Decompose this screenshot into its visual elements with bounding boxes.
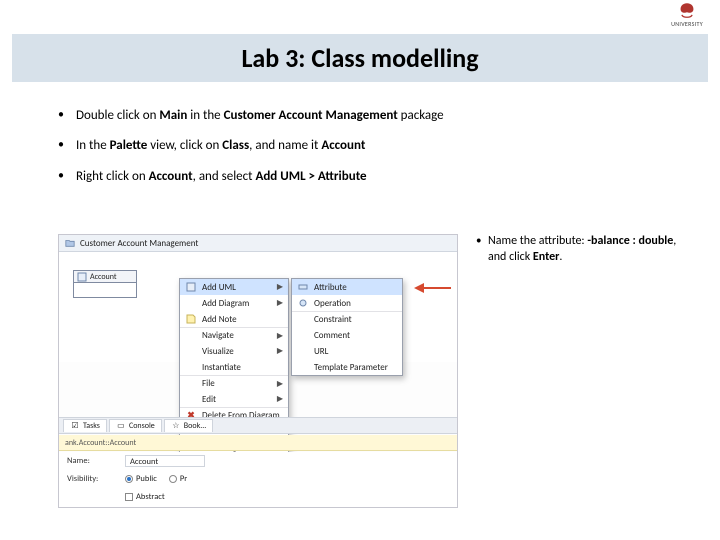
menu-add-note[interactable]: Add Note [180,311,288,327]
tab-bookmarks[interactable]: ☆Book... [164,419,213,432]
submenu-add-uml: Attribute Operation Constraint Comment U… [291,278,403,376]
menu-instantiate[interactable]: Instantiate [180,359,288,375]
prop-flags: Abstract [59,488,457,506]
package-header: Customer Account Management [59,235,457,252]
tab-tasks[interactable]: ☑Tasks [63,419,107,432]
diagram-canvas: Account Add UML▶ Add Diagram▶ Add Note N… [59,252,457,362]
attribute-icon [298,282,308,292]
chevron-right-icon: ▶ [277,331,283,341]
breadcrumb: ank.Account::Account [59,435,457,451]
brand-text: UNIVERSITY [671,20,703,28]
tasks-icon: ☑ [70,421,80,431]
menu-file[interactable]: File▶ [180,375,288,391]
class-name: Account [90,272,117,282]
menu-navigate[interactable]: Navigate▶ [180,327,288,343]
tab-console[interactable]: ▭Console [109,419,162,432]
uml-class-account[interactable]: Account [73,270,137,298]
brand-logo: UNIVERSITY [664,2,710,30]
url-icon [298,346,308,356]
callout-arrow [409,282,451,294]
menu-edit[interactable]: Edit▶ [180,391,288,407]
name-input[interactable]: Account [125,455,205,467]
menu-visualize[interactable]: Visualize▶ [180,343,288,359]
visualize-icon [186,346,196,356]
console-icon: ▭ [116,421,126,431]
submenu-comment[interactable]: Comment [292,327,402,343]
instantiate-icon [186,362,196,372]
radio-public[interactable]: Public [125,474,157,484]
chevron-right-icon: ▶ [277,379,283,389]
radio-private[interactable]: Pr [169,474,187,484]
chevron-right-icon: ▶ [277,394,283,404]
chevron-right-icon: ▶ [277,298,283,308]
page-title: Lab 3: Class modelling [241,42,478,74]
instruction-1: Double click on Main in the Customer Acc… [58,108,680,124]
class-icon [77,272,87,282]
submenu-template-param[interactable]: Template Parameter [292,359,402,375]
chevron-right-icon: ▶ [277,346,283,356]
instruction-list: Double click on Main in the Customer Acc… [58,108,680,199]
submenu-attribute[interactable]: Attribute [292,279,402,295]
prop-visibility: Visibility:PublicPr [59,470,457,488]
template-icon [298,362,308,372]
submenu-url[interactable]: URL [292,343,402,359]
package-name: Customer Account Management [80,238,198,249]
chevron-right-icon: ▶ [277,282,283,292]
menu-add-uml[interactable]: Add UML▶ [180,279,288,295]
menu-add-diagram[interactable]: Add Diagram▶ [180,295,288,311]
instruction-2: In the Palette view, click on Class, and… [58,138,680,154]
diagram-icon [186,298,196,308]
check-abstract[interactable]: Abstract [125,492,165,502]
properties-panel: Name:Account Visibility:PublicPr Abstrac… [59,452,457,507]
folder-icon [65,238,75,248]
prop-name: Name:Account [59,452,457,470]
constraint-icon [298,315,308,325]
nav-icon [186,331,196,341]
bottom-tabs: ☑Tasks ▭Console ☆Book... [59,417,457,434]
bookmark-icon: ☆ [171,421,181,431]
side-instruction-1: Name the attribute: -balance : double, a… [476,234,694,265]
operation-icon [298,298,308,308]
submenu-constraint[interactable]: Constraint [292,311,402,327]
title-band: Lab 3: Class modelling [12,34,708,82]
side-instructions: Name the attribute: -balance : double, a… [476,234,694,524]
add-icon [186,282,196,292]
screenshot-ide: Customer Account Management Account Add … [58,234,458,508]
submenu-operation[interactable]: Operation [292,295,402,311]
prop-leaf: LeafLeaf [59,506,457,508]
instruction-3: Right click on Account, and select Add U… [58,169,680,185]
comment-icon [298,330,308,340]
note-icon [186,314,196,324]
